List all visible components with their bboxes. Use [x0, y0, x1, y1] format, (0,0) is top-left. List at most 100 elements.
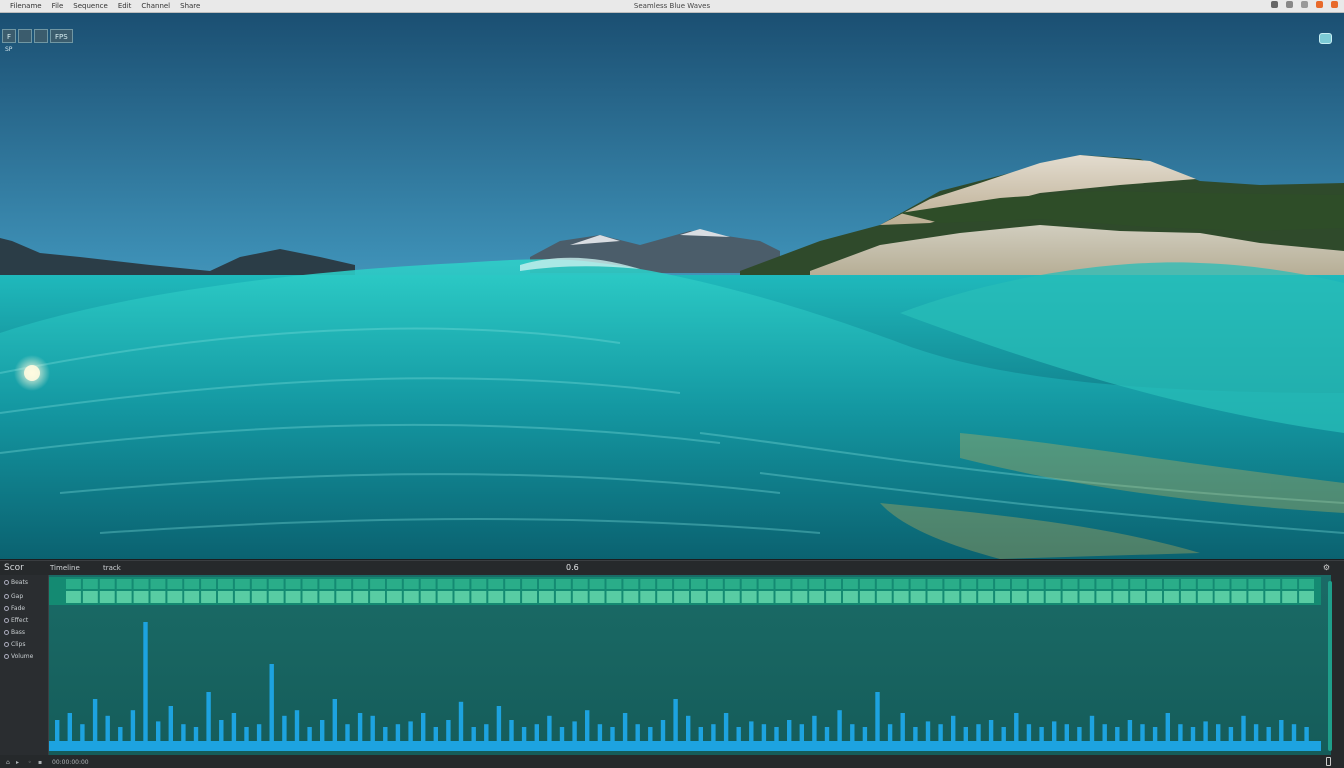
marker-icon[interactable]: ▪: [38, 759, 42, 766]
waveform-bar: [446, 720, 451, 741]
viewport-tool-fps[interactable]: FPS: [50, 29, 73, 43]
panel-label-track[interactable]: track: [103, 564, 121, 572]
track-cell: [1265, 591, 1281, 603]
menu-item-share[interactable]: Share: [180, 2, 200, 10]
track-cell: [657, 591, 673, 603]
track-cell: [809, 591, 825, 603]
track-item[interactable]: Clips: [4, 641, 25, 648]
track-cell-top: [843, 579, 858, 589]
track-cell: [724, 591, 740, 603]
track-item[interactable]: Fade: [4, 605, 25, 612]
track-cell-top: [1214, 579, 1230, 589]
waveform-bar: [900, 713, 905, 741]
waveform-bar: [1203, 721, 1208, 741]
track-cell-top: [353, 579, 369, 589]
track-cell: [1299, 591, 1314, 603]
viewport-sub-label: SP: [5, 46, 13, 53]
track-item[interactable]: Bass: [4, 629, 25, 636]
gear-icon[interactable]: ⚙: [1323, 563, 1330, 572]
track-cell-top: [1028, 579, 1044, 589]
track-cell: [1079, 591, 1095, 603]
menu-item-channel[interactable]: Channel: [141, 2, 170, 10]
track-cell-top: [1299, 579, 1314, 589]
track-cell: [758, 591, 774, 603]
close-icon[interactable]: [1331, 1, 1338, 8]
track-cell-top: [589, 579, 605, 589]
track-cell: [116, 591, 132, 603]
track-item[interactable]: Beats: [4, 579, 28, 586]
home-icon[interactable]: ⌂: [6, 759, 10, 766]
track-cell: [522, 591, 537, 603]
menu-item-file[interactable]: File: [52, 2, 64, 10]
waveform-bar: [547, 715, 552, 741]
track-cell: [826, 591, 841, 603]
track-cell: [1180, 591, 1196, 603]
waveform-bar: [988, 720, 994, 741]
waveform-bar: [105, 715, 110, 741]
track-cell: [319, 591, 335, 603]
waveform-bar: [622, 713, 628, 741]
waveform-bar: [1190, 727, 1196, 741]
track-cell-top: [893, 579, 909, 589]
track-cell: [201, 591, 216, 603]
track-cell-top: [623, 579, 639, 589]
loop-icon[interactable]: ◦: [28, 759, 32, 766]
track-item[interactable]: Volume: [4, 653, 33, 660]
bell-icon[interactable]: [1286, 1, 1293, 8]
preview-viewport[interactable]: F FPS SP: [0, 13, 1344, 559]
record-icon[interactable]: [1316, 1, 1323, 8]
sync-icon[interactable]: [1271, 1, 1278, 8]
track-cell: [691, 591, 706, 603]
panel-title: Scor: [4, 563, 24, 573]
track-cell-top: [707, 579, 723, 589]
panel-label-timeline[interactable]: Timeline: [50, 564, 80, 572]
track-cell: [572, 591, 588, 603]
waveform-bar: [938, 724, 943, 741]
play-icon[interactable]: ▸: [16, 759, 19, 766]
waveform-bar: [345, 724, 350, 741]
viewport-tool-b[interactable]: [34, 29, 49, 43]
track-cell-top: [640, 579, 656, 589]
track-cell: [589, 591, 605, 603]
track-cell: [302, 591, 318, 603]
window-icon[interactable]: [1301, 1, 1308, 8]
track-cell-top: [167, 579, 183, 589]
waveform-bar: [787, 720, 792, 741]
track-cell: [1130, 591, 1146, 603]
track-cell: [353, 591, 369, 603]
track-cell: [876, 591, 892, 603]
menu-item-sequence[interactable]: Sequence: [73, 2, 108, 10]
timeline-area[interactable]: [49, 575, 1331, 755]
cloud-icon[interactable]: [1319, 33, 1332, 44]
track-item[interactable]: Gap: [4, 593, 23, 600]
track-cell-top: [1231, 579, 1247, 589]
waveform-bar: [1089, 715, 1095, 741]
track-cell-top: [1282, 579, 1298, 589]
waveform-bar: [1077, 727, 1082, 741]
track-cell: [420, 591, 436, 603]
waveform-bar: [887, 724, 893, 741]
track-item[interactable]: Effect: [4, 617, 28, 624]
viewport-tool-f[interactable]: F: [2, 29, 17, 43]
waveform-bar: [231, 713, 237, 741]
track-cell-top: [775, 579, 791, 589]
timeline-scrollbar[interactable]: [1328, 581, 1332, 751]
track-cell: [184, 591, 200, 603]
lock-icon[interactable]: [1326, 757, 1331, 766]
viewport-tool-a[interactable]: [18, 29, 33, 43]
waveform-bar: [383, 727, 388, 741]
menu-item-filename[interactable]: Filename: [10, 2, 42, 10]
waveform-bar: [219, 720, 224, 741]
track-cell-top: [403, 579, 419, 589]
waveform-bar: [711, 724, 716, 741]
waveform-bar: [496, 706, 502, 741]
waveform-bar: [168, 706, 173, 741]
waveform-bar: [963, 727, 968, 741]
track-cell-top: [1265, 579, 1281, 589]
waveform-bar: [812, 715, 817, 741]
menu-item-edit[interactable]: Edit: [118, 2, 132, 10]
track-cell: [1028, 591, 1044, 603]
waveform-bar: [1291, 724, 1297, 741]
waveform-bar: [875, 692, 880, 741]
waveform-bar: [433, 727, 438, 741]
